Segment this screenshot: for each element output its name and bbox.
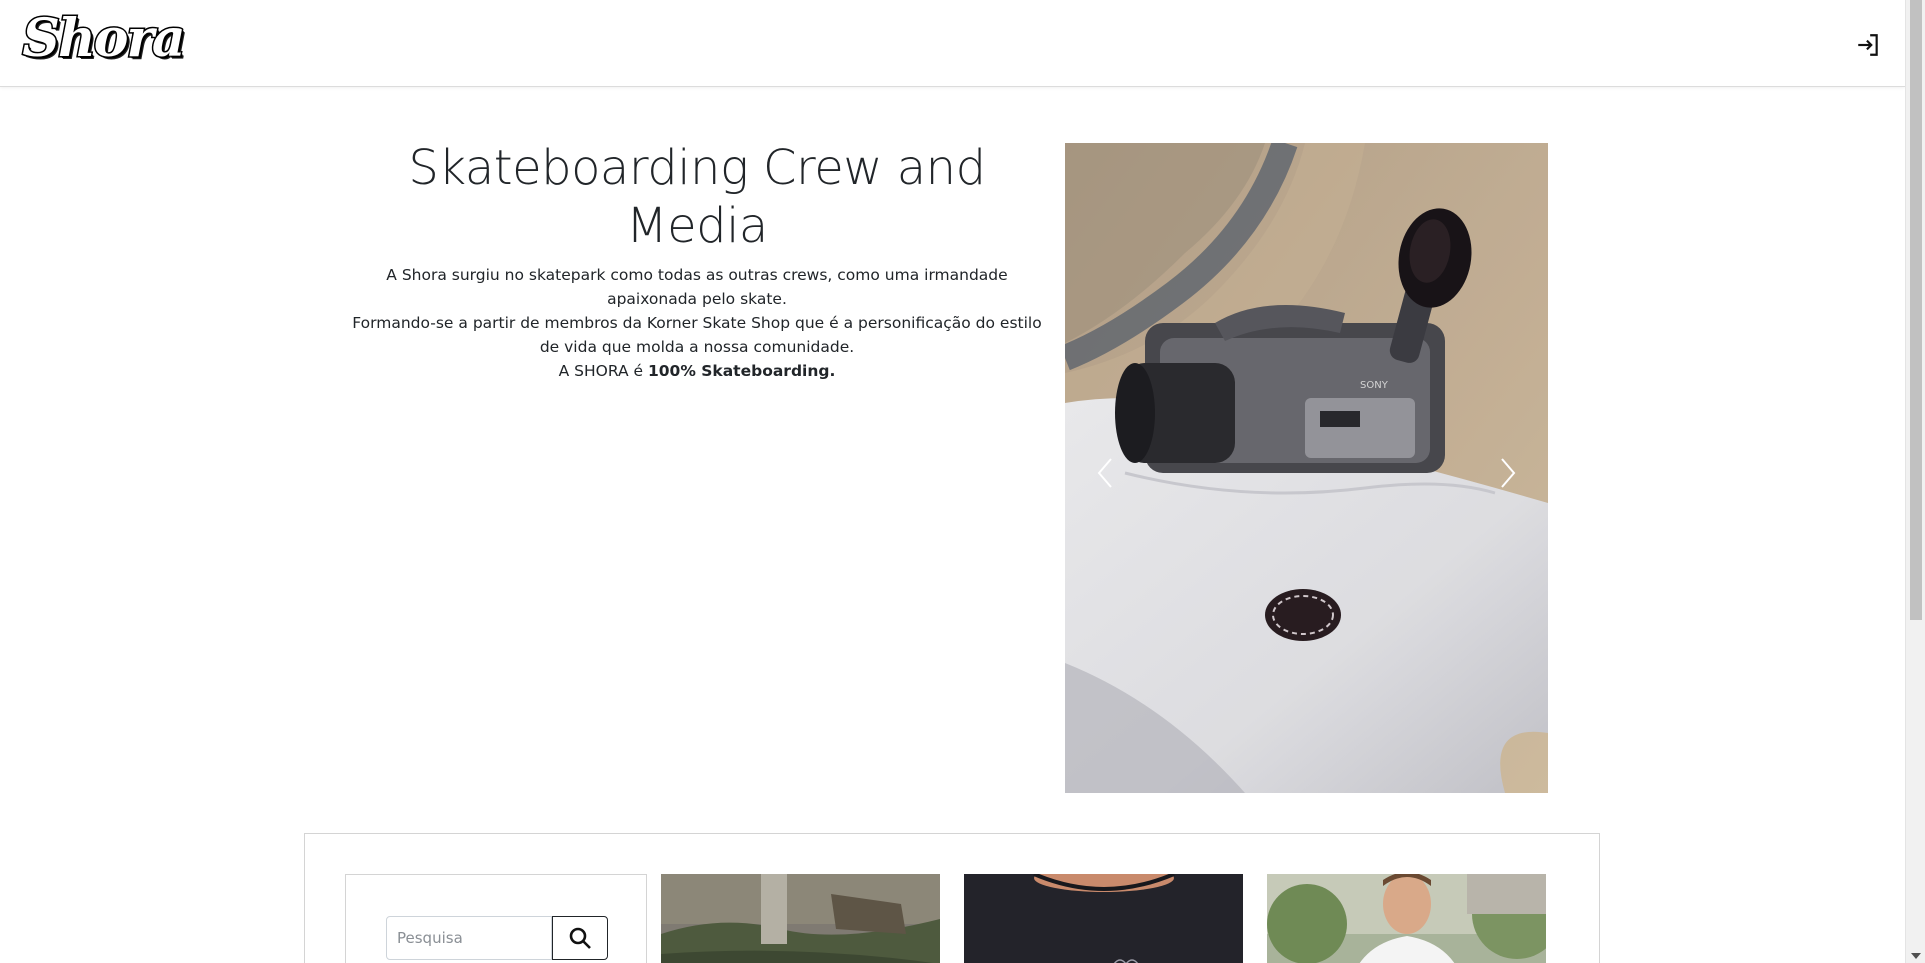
intro-line-2: Formando-se a partir de membros da Korne… [352, 314, 1042, 357]
product-image [1267, 874, 1546, 963]
page-title: Skateboarding Crew and Media [408, 140, 986, 254]
intro-line-1: A Shora surgiu no skatepark como todas a… [386, 266, 1008, 309]
navbar: Shora [0, 0, 1905, 87]
image-carousel[interactable]: SONY [1065, 143, 1548, 793]
product-image [964, 874, 1243, 963]
logo-text: Shora [21, 8, 187, 69]
login-icon [1858, 34, 1878, 56]
intro-line-3-bold: 100% Skateboarding. [647, 362, 836, 381]
scrollbar-thumb[interactable] [1910, 0, 1922, 620]
carousel-photo: SONY [1065, 143, 1548, 793]
login-button[interactable] [1853, 30, 1883, 60]
product-card-skatepark[interactable] [661, 874, 940, 963]
search-icon [569, 927, 591, 949]
page-scrollbar[interactable] [1905, 0, 1925, 963]
intro-paragraph: A Shora surgiu no skatepark como todas a… [352, 263, 1042, 383]
logo[interactable]: Shora [12, 10, 194, 68]
scroll-down-arrow-icon[interactable] [1911, 953, 1921, 959]
chevron-right-icon [1501, 458, 1516, 488]
carousel-prev-button[interactable] [1075, 443, 1135, 503]
product-card-person-white-tee[interactable] [1267, 874, 1546, 963]
product-image [661, 874, 940, 963]
search-card [345, 874, 647, 963]
carousel-next-button[interactable] [1478, 443, 1538, 503]
products-section [304, 833, 1600, 963]
chevron-left-icon [1097, 458, 1112, 488]
intro-line-3-prefix: A SHORA é [558, 362, 648, 381]
intro-section: Skateboarding Crew and Media A Shora sur… [352, 140, 1042, 383]
product-card-tshirt-back[interactable] [964, 874, 1243, 963]
search-button[interactable] [552, 916, 608, 960]
search-input[interactable] [386, 916, 552, 960]
